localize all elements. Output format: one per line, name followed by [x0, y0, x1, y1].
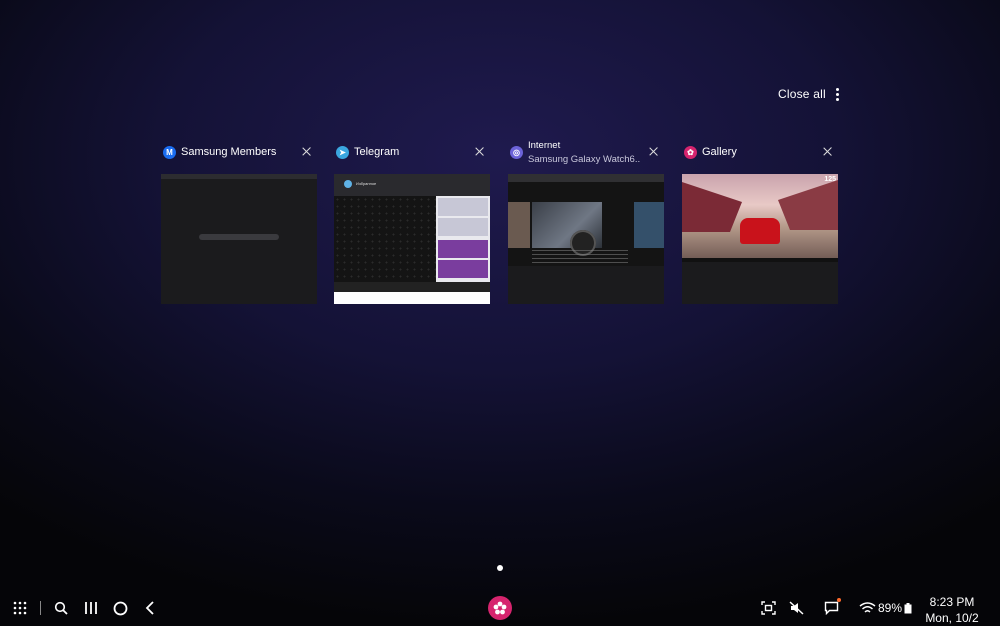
thumbnail-image [634, 202, 664, 248]
battery-percent: 89% [877, 601, 903, 615]
message-icon[interactable] [823, 600, 839, 616]
list-item [438, 218, 488, 236]
close-all-button[interactable]: Close all [778, 87, 826, 101]
samsung-members-icon: M [163, 146, 176, 159]
app-title: Samsung Members [181, 146, 277, 158]
thumbnail-file-list [436, 196, 490, 282]
app-title: Telegram [354, 146, 400, 158]
thumbnail-toolbar [161, 174, 317, 179]
app-thumbnail[interactable] [161, 174, 317, 304]
close-icon[interactable] [301, 146, 313, 158]
thumbnail-message-input [334, 282, 490, 292]
thumbnail-text [532, 250, 628, 266]
app-title: Gallery [702, 146, 737, 158]
clock[interactable]: 8:23 PM Mon, 10/2 [920, 594, 984, 626]
game-score: 125 [824, 176, 836, 183]
thumbnail-chat-area [334, 196, 436, 282]
thumbnail-image [508, 202, 530, 248]
recent-app-card-gallery[interactable]: ✿ Gallery 125 [682, 140, 838, 304]
page-indicator [497, 565, 503, 571]
recent-app-card-telegram[interactable]: ➤ Telegram Избранное [334, 140, 490, 304]
recents-icon[interactable] [83, 600, 99, 616]
back-icon[interactable] [142, 600, 158, 616]
battery-icon [903, 600, 913, 616]
list-item [438, 260, 488, 278]
samsung-internet-icon: ◎ [510, 146, 523, 159]
thumbnail-controls [682, 258, 838, 262]
thumbnail-game-screenshot: 125 [682, 174, 838, 262]
close-icon[interactable] [822, 146, 834, 158]
thumbnail-toast [199, 234, 279, 240]
card-header: ✿ Gallery [682, 140, 838, 174]
thumbnail-image [532, 202, 602, 256]
app-title: Internet [528, 140, 561, 151]
close-icon[interactable] [648, 146, 660, 158]
card-header: ➤ Telegram [334, 140, 490, 174]
date-text: Mon, 10/2 [925, 611, 979, 625]
thumbnail-web-page [508, 182, 664, 266]
app-thumbnail[interactable]: 125 [682, 174, 838, 304]
recent-app-card-samsung-members[interactable]: M Samsung Members [161, 140, 317, 304]
car-image [740, 218, 780, 244]
thumbnail-keyboard-area [334, 292, 490, 304]
mountain-shape [682, 182, 742, 232]
card-header: M Samsung Members [161, 140, 317, 174]
app-subtitle: Samsung Galaxy Watch6.. [528, 154, 641, 165]
thumbnail-chat-header: Избранное [334, 174, 490, 196]
list-item [438, 240, 488, 258]
close-icon[interactable] [474, 146, 486, 158]
apps-grid-icon[interactable] [12, 600, 28, 616]
notification-dot [837, 598, 841, 602]
taskbar-gallery-button[interactable] [488, 596, 512, 620]
card-header: ◎ Internet Samsung Galaxy Watch6.. [508, 140, 664, 174]
time-text: 8:23 PM [929, 595, 975, 609]
telegram-icon: ➤ [336, 146, 349, 159]
home-icon[interactable] [112, 600, 128, 616]
mute-icon[interactable] [788, 600, 804, 616]
app-thumbnail[interactable]: Избранное [334, 174, 490, 304]
avatar [344, 180, 352, 188]
recent-app-card-internet[interactable]: ◎ Internet Samsung Galaxy Watch6.. [508, 140, 664, 304]
more-vertical-icon[interactable] [830, 86, 844, 102]
recent-apps-list: M Samsung Members ➤ Telegram Избранное ◎… [0, 140, 1000, 310]
screen-capture-icon[interactable] [760, 600, 776, 616]
thumbnail-chat-title: Избранное [356, 181, 377, 186]
wifi-icon[interactable] [858, 600, 876, 616]
app-thumbnail[interactable] [508, 174, 664, 304]
taskbar-divider [40, 601, 41, 615]
gallery-icon [493, 601, 507, 615]
list-item [438, 198, 488, 216]
gallery-icon: ✿ [684, 146, 697, 159]
search-icon[interactable] [53, 600, 69, 616]
mountain-shape [778, 180, 838, 230]
thumbnail-browser-bar [508, 174, 664, 182]
